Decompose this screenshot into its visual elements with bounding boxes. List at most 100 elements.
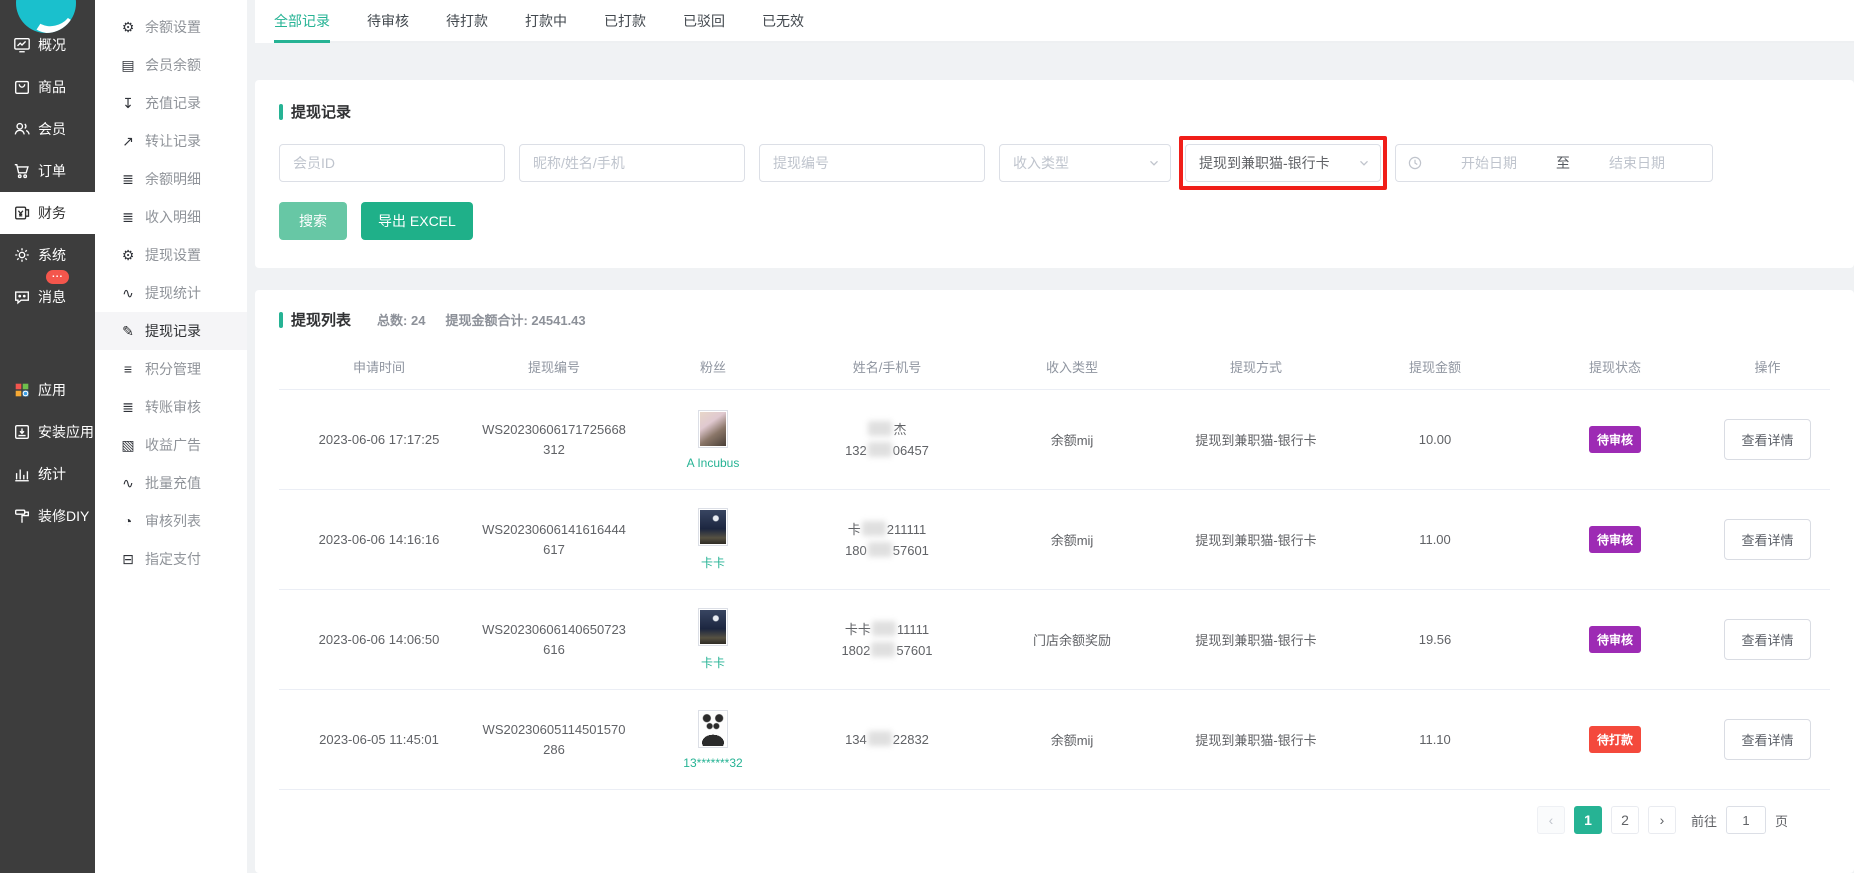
rail-item-members[interactable]: 会员 — [0, 108, 95, 150]
cell-apply-time: 2023-06-05 11:45:01 — [279, 732, 479, 747]
pagination: ‹ 12 › 前往 页 — [279, 790, 1830, 848]
masked-name: 卡卡11111 — [797, 619, 977, 640]
paint-roller-icon — [13, 507, 31, 525]
column-header: 收入类型 — [977, 357, 1167, 376]
submenu-item-transfer-audit[interactable]: ≣转账审核 — [95, 388, 247, 426]
submenu-item-label: 会员余额 — [145, 55, 201, 75]
income-type-select-value: 收入类型 — [1013, 153, 1148, 173]
blurred-text — [862, 521, 886, 536]
page-button-1[interactable]: 1 — [1574, 806, 1602, 834]
left-rail-nav: 概况商品会员订单财务系统消息... 应用安装应用统计装修DIY — [0, 0, 95, 537]
cell-withdraw-method: 提现到兼职猫-银行卡 — [1167, 630, 1345, 649]
rail-item-install-apps[interactable]: 安装应用 — [0, 411, 95, 453]
rail-item-label: 装修DIY — [38, 506, 89, 526]
tab-pending-pay[interactable]: 待打款 — [446, 0, 488, 41]
submenu-item-assigned-payment[interactable]: ⊟指定支付 — [95, 540, 247, 578]
database-icon: ≡ — [120, 362, 136, 376]
blurred-text — [868, 421, 892, 436]
fan-name-link[interactable]: 13*******32 — [629, 756, 797, 770]
rail-item-system[interactable]: 系统 — [0, 234, 95, 276]
rail-item-stats[interactable]: 统计 — [0, 453, 95, 495]
submenu-item-balance-detail[interactable]: ≣余额明细 — [95, 160, 247, 198]
submenu-item-income-detail[interactable]: ≣收入明细 — [95, 198, 247, 236]
submenu-item-member-balance[interactable]: ▤会员余额 — [95, 46, 247, 84]
cell-amount: 11.10 — [1345, 732, 1525, 747]
submenu-item-label: 余额设置 — [145, 17, 201, 37]
line-chart-icon: ∿ — [120, 286, 136, 300]
gear-icon: ⚙ — [120, 248, 136, 262]
cell-withdraw-no: WS20230606140650723616 — [479, 620, 629, 660]
view-detail-button[interactable]: 查看详情 — [1724, 619, 1810, 660]
fan-name-link[interactable]: 卡卡 — [629, 554, 797, 571]
submenu-item-batch-recharge[interactable]: ∿批量充值 — [95, 464, 247, 502]
list-section-title: 提现列表 总数: 24 提现金额合计: 24541.43 — [279, 309, 1830, 330]
rail-item-messages[interactable]: 消息... — [0, 276, 95, 318]
fan-name-link[interactable]: 卡卡 — [629, 654, 797, 671]
cell-status: 待审核 — [1525, 526, 1705, 553]
cell-withdraw-no: WS20230606171725668312 — [479, 420, 629, 460]
rail-item-label: 订单 — [38, 161, 66, 181]
prev-page-button[interactable]: ‹ — [1537, 806, 1565, 834]
withdraw-no-input[interactable] — [759, 144, 985, 182]
list-card: 提现列表 总数: 24 提现金额合计: 24541.43 申请时间提现编号粉丝姓… — [255, 290, 1854, 873]
member-id-input[interactable] — [279, 144, 505, 182]
next-page-button[interactable]: › — [1648, 806, 1676, 834]
list-summary: 总数: 24 提现金额合计: 24541.43 — [377, 310, 586, 329]
table-header-row: 申请时间提现编号粉丝姓名/手机号收入类型提现方式提现金额提现状态操作 — [279, 344, 1830, 390]
column-header: 提现状态 — [1525, 357, 1705, 376]
cell-action: 查看详情 — [1705, 719, 1830, 760]
submenu-item-points-manage[interactable]: ≡积分管理 — [95, 350, 247, 388]
filter-title: 提现记录 — [291, 101, 351, 122]
cell-name-phone: 杰13206457 — [797, 419, 977, 461]
column-header: 操作 — [1705, 357, 1830, 376]
submenu-item-label: 转让记录 — [145, 131, 201, 151]
users-icon — [13, 120, 31, 138]
rail-item-overview[interactable]: 概况 — [0, 24, 95, 66]
submenu-item-balance-settings[interactable]: ⚙余额设置 — [95, 8, 247, 46]
view-detail-button[interactable]: 查看详情 — [1724, 419, 1810, 460]
rail-item-finance[interactable]: 财务 — [0, 192, 95, 234]
submenu-item-label: 提现设置 — [145, 245, 201, 265]
view-detail-button[interactable]: 查看详情 — [1724, 719, 1810, 760]
blurred-text — [872, 621, 896, 636]
column-header: 申请时间 — [279, 357, 479, 376]
nickname-input[interactable] — [519, 144, 745, 182]
goto-page-input[interactable] — [1726, 806, 1766, 834]
tab-rejected[interactable]: 已驳回 — [683, 0, 725, 41]
rail-item-orders[interactable]: 订单 — [0, 150, 95, 192]
rail-item-decorate-diy[interactable]: 装修DIY — [0, 495, 95, 537]
export-excel-button[interactable]: 导出 EXCEL — [361, 202, 473, 240]
view-detail-button[interactable]: 查看详情 — [1724, 519, 1810, 560]
submenu-item-withdraw-stats[interactable]: ∿提现统计 — [95, 274, 247, 312]
submenu-item-audit-list[interactable]: ◔审核列表 — [95, 502, 247, 540]
chat-icon — [13, 288, 31, 306]
submenu-item-revenue-ads[interactable]: ▧收益广告 — [95, 426, 247, 464]
tab-all-records[interactable]: 全部记录 — [274, 0, 330, 41]
income-type-select[interactable]: 收入类型 — [999, 144, 1171, 182]
wallet-icon — [13, 204, 31, 222]
search-button[interactable]: 搜索 — [279, 202, 347, 240]
rail-item-apps[interactable]: 应用 — [0, 369, 95, 411]
rail-item-goods[interactable]: 商品 — [0, 66, 95, 108]
status-badge: 待审核 — [1589, 626, 1641, 653]
submenu-item-transfer-records[interactable]: ↗转让记录 — [95, 122, 247, 160]
cell-amount: 10.00 — [1345, 432, 1525, 447]
submenu-item-label: 指定支付 — [145, 549, 201, 569]
submenu-item-recharge-records[interactable]: ↧充值记录 — [95, 84, 247, 122]
tab-invalid[interactable]: 已无效 — [762, 0, 804, 41]
pencil-icon: ✎ — [120, 324, 136, 338]
cell-fan: 卡卡 — [629, 508, 797, 571]
submenu-item-withdraw-records[interactable]: ✎提现记录 — [95, 312, 247, 350]
tab-paid[interactable]: 已打款 — [604, 0, 646, 41]
page-button-2[interactable]: 2 — [1611, 806, 1639, 834]
tab-paying[interactable]: 打款中 — [525, 0, 567, 41]
column-header: 提现方式 — [1167, 357, 1345, 376]
date-range-picker[interactable]: 开始日期 至 结束日期 — [1395, 144, 1713, 182]
withdraw-method-select[interactable]: 提现到兼职猫-银行卡 — [1185, 144, 1381, 182]
fan-name-link[interactable]: A Incubus — [629, 456, 797, 470]
submenu-item-label: 审核列表 — [145, 511, 201, 531]
column-header: 粉丝 — [629, 357, 797, 376]
goto-label: 前往 — [1691, 811, 1717, 830]
tab-pending-review[interactable]: 待审核 — [367, 0, 409, 41]
submenu-item-withdraw-settings[interactable]: ⚙ 提现设置 — [95, 236, 247, 274]
